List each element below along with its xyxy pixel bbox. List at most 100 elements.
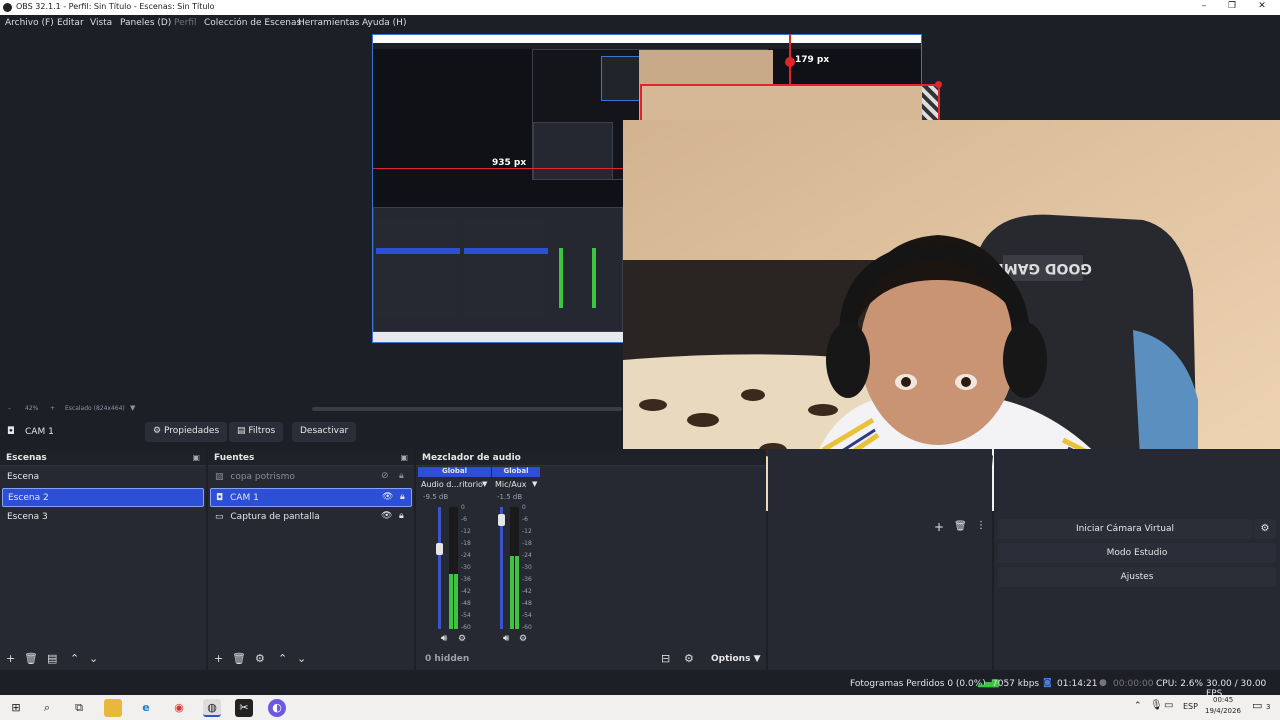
speaker-icon[interactable]: 🔊︎ [441, 633, 447, 644]
scene-item[interactable]: Escena 3 [2, 508, 204, 527]
zoom-out-button[interactable]: – [8, 405, 11, 412]
meter-tick-label: -42 [461, 588, 471, 595]
windows-start-icon[interactable]: ⊞ [7, 699, 25, 717]
transitions-dock: + 🗑 ⋮ [768, 449, 992, 670]
menu-coleccion-escenas[interactable]: Colección de Escenas [204, 18, 301, 28]
search-icon[interactable]: ⌕ [38, 699, 56, 717]
measure-handle[interactable] [785, 57, 795, 67]
selected-source-bounds[interactable] [640, 84, 940, 120]
options-button[interactable]: Options ▼ [711, 654, 761, 664]
stream-icon: ◙ [1043, 678, 1052, 688]
menu-vista[interactable]: Vista [90, 18, 112, 28]
app-icon[interactable]: ◐ [268, 699, 286, 717]
measure-label-vertical: 179 px [795, 55, 830, 65]
more-options-icon[interactable]: ⋮ [976, 520, 986, 531]
layout-icon[interactable]: ⊟ [661, 652, 670, 665]
svg-text:GOOD GAME: GOOD GAME [994, 260, 1092, 276]
trash-icon[interactable]: 🗑 [954, 521, 967, 532]
menu-archivo[interactable]: Archivo (F) [5, 18, 54, 28]
eye-icon[interactable]: 👁︎ [381, 511, 392, 521]
preview-scrollbar[interactable] [312, 407, 622, 411]
scenes-dock: Escenas ▣ Escena Escena 2 Escena 3 + 🗑 ▤… [0, 449, 206, 670]
eye-icon[interactable]: 👁︎ [382, 492, 393, 502]
arrow-up-icon[interactable]: ⌃ [278, 652, 287, 665]
source-item-selected[interactable]: ◘ CAM 1 👁︎ 🔒︎ [210, 488, 412, 507]
filters-button[interactable]: ▤ Filtros [229, 422, 284, 442]
capcut-icon[interactable]: ✂ [235, 699, 253, 717]
eye-hidden-icon[interactable]: ⊘ [381, 471, 389, 481]
clock-time[interactable]: 00:45 [1213, 696, 1233, 704]
channel-settings-icon[interactable]: ⚙ [458, 634, 466, 644]
nested-titlebar [373, 35, 921, 43]
settings-button[interactable]: Ajustes [998, 567, 1276, 587]
menu-bar: Archivo (F) Editar Vista Paneles (D) Per… [0, 15, 1280, 33]
obs-icon[interactable]: ◍ [203, 699, 221, 717]
menu-perfil[interactable]: Perfil [174, 18, 197, 28]
meter-ticks: 0 -6 -12 -18 -24 -30 -36 -42 -48 -54 -60 [522, 504, 542, 634]
taskbar: ⊞ ⌕ ⧉ e ◉ ◍ ✂ ◐ ⌃ 🎙︎ ▭ ESP 00:45 19/4/20… [0, 695, 1280, 720]
arrow-down-icon[interactable]: ⌄ [89, 652, 98, 665]
menu-editar[interactable]: Editar [57, 18, 84, 28]
chevron-down-icon[interactable]: ▼ [532, 480, 537, 488]
scene-item[interactable]: Escena [2, 468, 204, 487]
level-meter [449, 507, 458, 629]
minimize-button[interactable]: – [1192, 1, 1216, 14]
meter-ticks: 0 -6 -12 -18 -24 -30 -36 -42 -48 -54 -60 [461, 504, 481, 634]
advanced-audio-icon[interactable]: ⚙ [684, 652, 694, 665]
edge-icon[interactable]: e [137, 699, 155, 717]
dock-menu-icon[interactable]: ▣ [192, 453, 200, 462]
gear-icon[interactable]: ⚙ [1254, 519, 1276, 539]
filter-icon[interactable]: ▤ [47, 652, 57, 665]
scene-item-selected[interactable]: Escena 2 [2, 488, 204, 507]
gear-icon[interactable]: ⚙ [255, 652, 265, 665]
virtual-camera-button[interactable]: Iniciar Cámara Virtual [998, 519, 1252, 539]
gear-icon: ⚙ [153, 426, 162, 436]
trash-icon[interactable]: 🗑 [232, 652, 246, 665]
lock-icon[interactable]: 🔒︎ [399, 511, 404, 521]
trash-icon[interactable]: 🗑 [24, 652, 38, 665]
network-icon[interactable]: ▭ [1164, 700, 1173, 711]
arrow-up-icon[interactable]: ⌃ [70, 652, 79, 665]
chevron-down-icon[interactable]: ▼ [482, 480, 487, 488]
resize-handle[interactable] [935, 81, 942, 88]
task-view-icon[interactable]: ⧉ [70, 699, 88, 717]
chrome-icon[interactable]: ◉ [170, 699, 188, 717]
microphone-icon[interactable]: 🎙︎ [1150, 700, 1163, 711]
studio-mode-button[interactable]: Modo Estudio [998, 543, 1276, 563]
menu-paneles[interactable]: Paneles (D) [120, 18, 171, 28]
volume-slider-track[interactable] [438, 507, 441, 629]
arrow-down-icon[interactable]: ⌄ [297, 652, 306, 665]
meter-tick-label: -18 [522, 540, 532, 547]
clock-date[interactable]: 19/4/2026 [1205, 707, 1241, 715]
add-icon[interactable]: + [214, 652, 223, 665]
source-name: CAM 1 [230, 493, 259, 503]
add-icon[interactable]: + [934, 520, 944, 534]
image-icon: ▨ [215, 472, 224, 482]
menu-ayuda[interactable]: Ayuda (H) [362, 18, 406, 28]
restore-button[interactable]: ❐ [1220, 1, 1244, 14]
zoom-in-button[interactable]: + [50, 405, 55, 412]
scale-label[interactable]: Escalado (824x464) [65, 405, 125, 412]
record-icon: ● [1099, 678, 1107, 688]
source-item[interactable]: ▭ Captura de pantalla 👁︎ 🔒︎ [210, 508, 412, 527]
volume-slider-handle[interactable] [436, 543, 443, 555]
properties-button[interactable]: ⚙ Propiedades [145, 422, 228, 442]
lock-icon[interactable]: 🔒︎ [400, 492, 405, 502]
lock-icon[interactable]: 🔒︎ [399, 471, 404, 481]
deactivate-button[interactable]: Desactivar [292, 422, 357, 442]
language[interactable]: ESP [1183, 702, 1198, 711]
source-item[interactable]: ▨ copa potrismo ⊘ 🔒︎ [210, 468, 412, 487]
volume-slider-handle[interactable] [498, 514, 505, 526]
transparency-pattern [922, 86, 938, 120]
chevron-down-icon[interactable]: ▼ [130, 404, 135, 412]
channel-settings-icon[interactable]: ⚙ [519, 634, 527, 644]
notifications-icon[interactable]: ▭ [1252, 699, 1262, 712]
close-button[interactable]: ✕ [1250, 1, 1274, 14]
file-explorer-icon[interactable] [104, 699, 122, 717]
speaker-icon[interactable]: 🔊︎ [503, 633, 509, 644]
filter-icon: ▤ [237, 426, 246, 436]
chevron-up-icon[interactable]: ⌃ [1134, 701, 1142, 711]
add-icon[interactable]: + [6, 652, 15, 665]
menu-herramientas[interactable]: Herramientas [298, 18, 359, 28]
dock-menu-icon[interactable]: ▣ [400, 453, 408, 462]
